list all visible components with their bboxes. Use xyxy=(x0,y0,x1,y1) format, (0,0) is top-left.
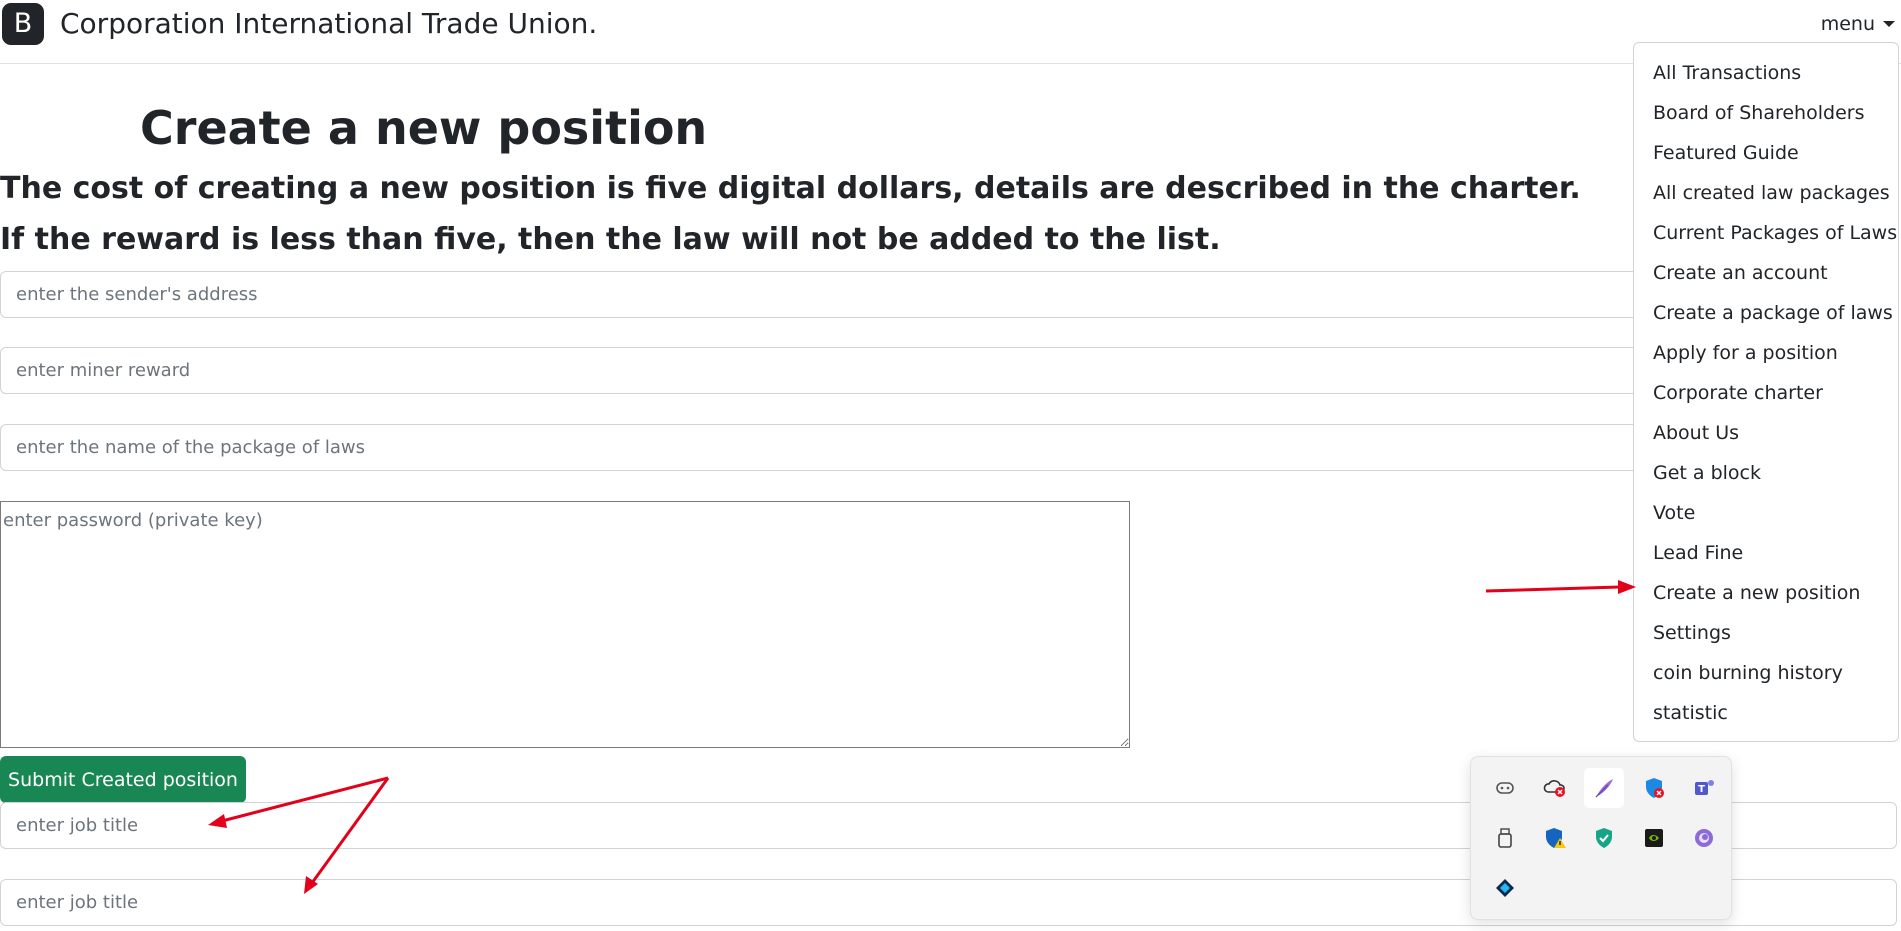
page-title: Create a new position xyxy=(140,101,708,155)
menu-item-board-of-shareholders[interactable]: Board of Shareholders xyxy=(1653,100,1864,126)
brand-name[interactable]: Corporation International Trade Union. xyxy=(60,6,597,42)
menu-item-settings[interactable]: Settings xyxy=(1653,620,1731,646)
brand-logo[interactable]: B xyxy=(2,3,44,45)
firefox-icon[interactable] xyxy=(1684,818,1724,858)
password-textarea[interactable] xyxy=(0,501,1130,748)
diamond-app-icon[interactable] xyxy=(1485,868,1525,908)
defender-warning-icon[interactable] xyxy=(1535,818,1575,858)
navbar: B Corporation International Trade Union.… xyxy=(0,0,1901,64)
law-package-name-input[interactable] xyxy=(0,424,1897,471)
menu-item-current-packages-of-laws[interactable]: Current Packages of Laws xyxy=(1653,220,1897,246)
menu-item-all-created-law-packages[interactable]: All created law packages xyxy=(1653,180,1890,206)
menu-item-create-an-account[interactable]: Create an account xyxy=(1653,260,1828,286)
menu-item-lead-fine[interactable]: Lead Fine xyxy=(1653,540,1743,566)
menu-dropdown: All Transactions Board of Shareholders F… xyxy=(1633,42,1899,742)
shield-error-icon[interactable] xyxy=(1634,768,1674,808)
menu-toggle[interactable]: menu xyxy=(1821,10,1895,38)
menu-item-featured-guide[interactable]: Featured Guide xyxy=(1653,140,1799,166)
usb-drive-icon[interactable] xyxy=(1485,818,1525,858)
cost-notice: The cost of creating a new position is f… xyxy=(0,171,1581,206)
system-tray-flyout: T xyxy=(1470,756,1732,920)
reward-notice: If the reward is less than five, then th… xyxy=(0,222,1221,257)
arrow-to-menu-item xyxy=(1485,580,1636,594)
menu-item-create-a-package-of-laws[interactable]: Create a package of laws xyxy=(1653,300,1893,326)
cloud-error-icon[interactable] xyxy=(1535,768,1575,808)
menu-item-apply-for-a-position[interactable]: Apply for a position xyxy=(1653,340,1838,366)
svg-text:T: T xyxy=(1698,784,1705,795)
menu-item-create-a-new-position[interactable]: Create a new position xyxy=(1653,580,1860,606)
submit-created-position-button[interactable]: Submit Created position xyxy=(0,756,246,803)
menu-item-get-a-block[interactable]: Get a block xyxy=(1653,460,1761,486)
security-shield-icon[interactable] xyxy=(1584,818,1624,858)
caret-down-icon xyxy=(1883,21,1895,27)
menu-item-corporate-charter[interactable]: Corporate charter xyxy=(1653,380,1823,406)
menu-item-about-us[interactable]: About Us xyxy=(1653,420,1739,446)
menu-item-vote[interactable]: Vote xyxy=(1653,500,1695,526)
menu-item-all-transactions[interactable]: All Transactions xyxy=(1653,60,1801,86)
menu-label: menu xyxy=(1820,13,1875,35)
miner-reward-input[interactable] xyxy=(0,347,1897,394)
teams-icon[interactable]: T xyxy=(1684,768,1724,808)
sender-address-input[interactable] xyxy=(0,271,1897,318)
menu-item-coin-burning-history[interactable]: coin burning history xyxy=(1653,660,1843,686)
menu-item-statistic[interactable]: statistic xyxy=(1653,700,1728,726)
gamepad-icon[interactable] xyxy=(1485,768,1525,808)
nvidia-icon[interactable] xyxy=(1634,818,1674,858)
feather-icon[interactable] xyxy=(1584,768,1624,808)
